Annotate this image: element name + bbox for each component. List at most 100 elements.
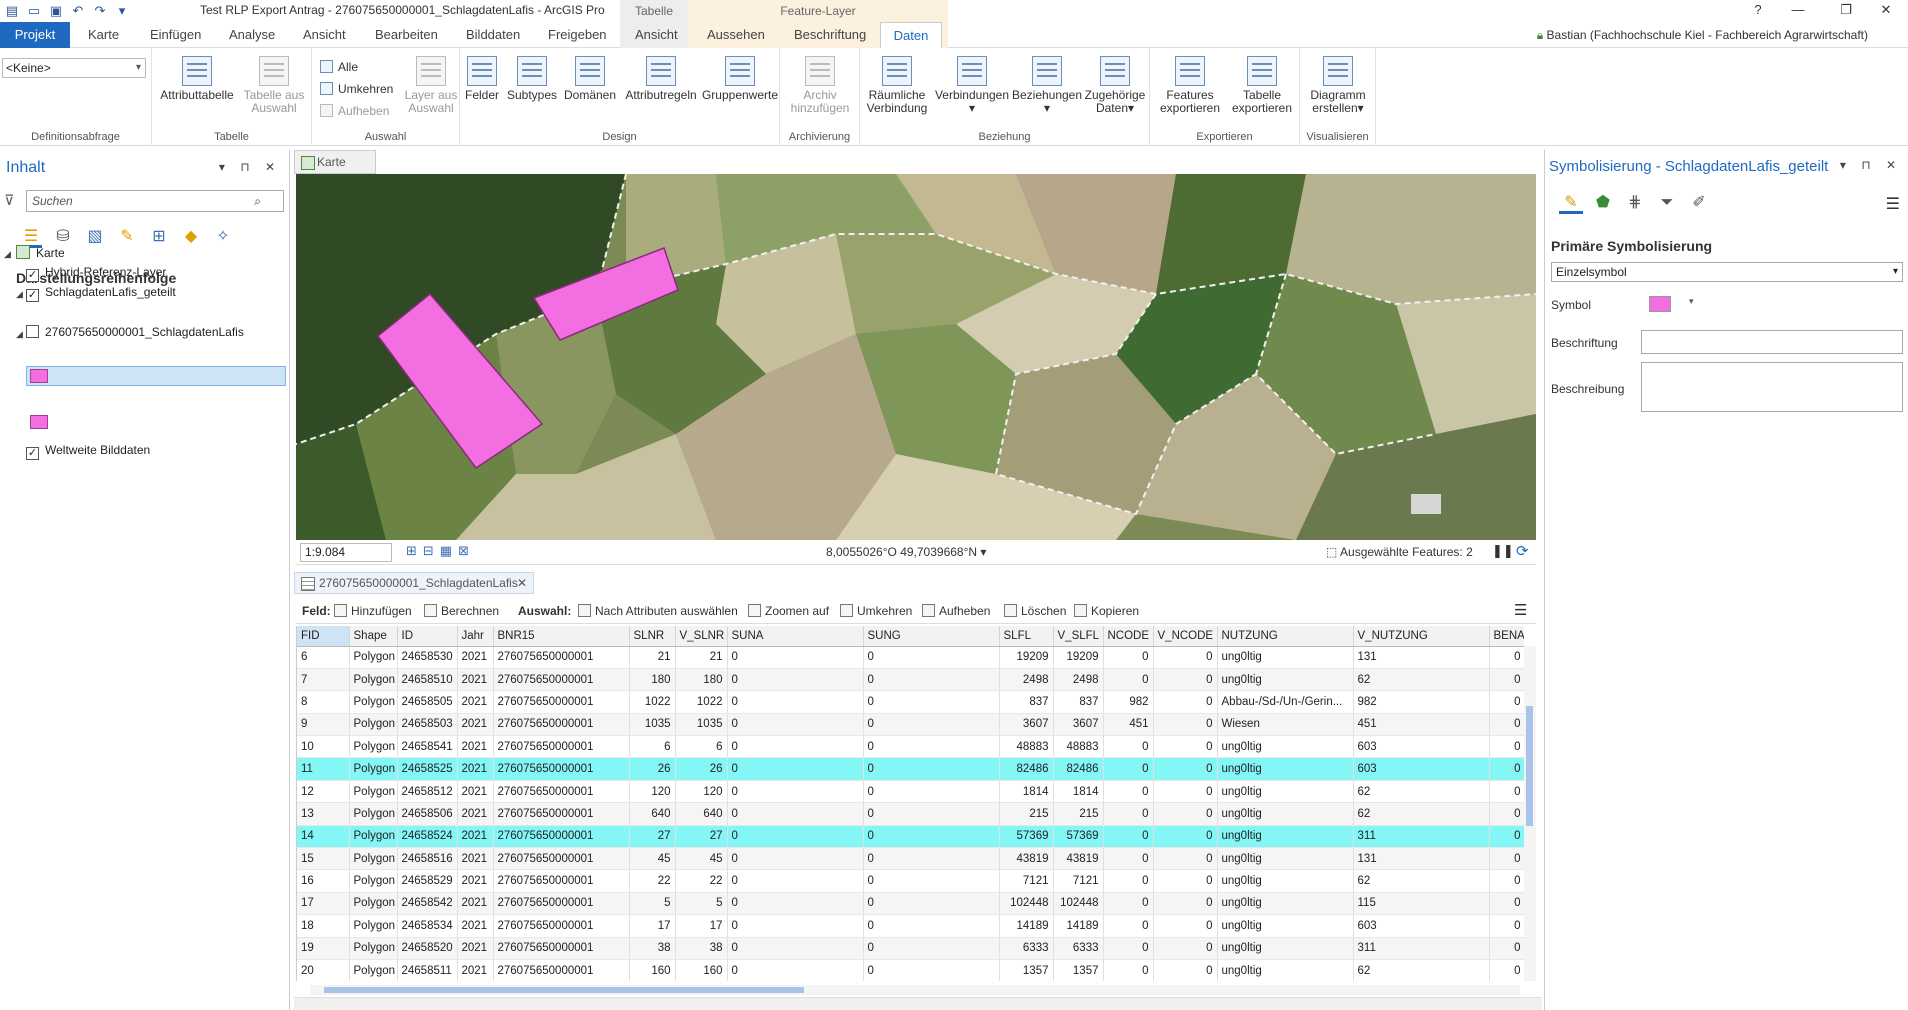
menu-icon[interactable]: ☰ [1514, 601, 1527, 619]
table-cell[interactable]: 2021 [457, 937, 494, 960]
vertical-scrollbar[interactable] [1524, 646, 1536, 981]
table-cell[interactable]: 2498 [999, 668, 1054, 692]
table-cell[interactable]: ung0ltig [1217, 825, 1354, 849]
editing-icon[interactable]: ✎ [116, 226, 138, 248]
select-by-attributes-button[interactable]: Nach Attributen auswählen [578, 604, 738, 618]
clear-button[interactable]: Aufheben [922, 604, 990, 618]
table-cell[interactable]: 0 [1153, 847, 1218, 871]
table-cell[interactable]: 0 [863, 892, 1000, 916]
table-cell[interactable]: 982 [1353, 690, 1490, 714]
save-icon[interactable]: ▣ [48, 3, 64, 19]
table-cell[interactable]: 15 [297, 847, 350, 871]
table-cell[interactable]: 8 [297, 690, 350, 714]
scale-select[interactable]: 1:9.084 [300, 543, 392, 562]
table-cell[interactable]: 27 [675, 825, 728, 849]
table-cell[interactable]: 24658511 [397, 959, 458, 981]
layer-hybrid[interactable]: ✓ Hybrid-Referenz-Layer [26, 265, 166, 282]
tab-projekt[interactable]: Projekt [0, 22, 70, 48]
table-cell[interactable]: 2021 [457, 869, 494, 893]
table-cell[interactable]: 1357 [1053, 959, 1104, 981]
table-cell[interactable]: 0 [863, 780, 1000, 804]
table-cell[interactable]: 0 [727, 914, 864, 938]
table-cell[interactable]: 19209 [1053, 646, 1104, 669]
table-cell[interactable]: 0 [1103, 668, 1154, 692]
map-nav-icons[interactable]: ⊞⊟▦⊠ [406, 543, 475, 559]
table-row[interactable]: 18 Polygon 24658534 2021 276075650000001 17 17… [297, 914, 1524, 938]
table-cell[interactable]: 276075650000001 [493, 802, 630, 826]
diagramm-erstellen-button[interactable]: Diagramm erstellen▾ [1304, 56, 1372, 115]
symbology-type-select[interactable]: Einzelsymbol [1551, 262, 1903, 282]
column-header[interactable]: FID [297, 626, 350, 647]
table-cell[interactable]: 0 [1103, 780, 1154, 804]
table-cell[interactable]: 24658530 [397, 646, 458, 669]
expand-icon[interactable]: ◢ [16, 329, 23, 340]
table-cell[interactable]: 603 [1353, 735, 1490, 759]
table-cell[interactable]: 451 [1103, 713, 1154, 737]
table-cell[interactable]: 0 [1103, 825, 1154, 849]
table-cell[interactable]: 120 [629, 780, 676, 804]
table-cell[interactable]: 0 [1489, 690, 1524, 714]
table-row[interactable]: 14 Polygon 24658524 2021 276075650000001 27 27… [297, 825, 1524, 849]
tab-freigeben[interactable]: Freigeben [538, 22, 617, 48]
table-cell[interactable]: 24658534 [397, 914, 458, 938]
tab-karte[interactable]: Karte [78, 22, 129, 48]
table-cell[interactable]: 0 [1153, 713, 1218, 737]
table-cell[interactable]: 0 [1103, 869, 1154, 893]
expand-icon[interactable]: ◢ [4, 249, 11, 260]
selected-features-count[interactable]: ⬚ Ausgewählte Features: 2 [1326, 545, 1473, 559]
column-header[interactable]: V_SLFL [1053, 626, 1104, 647]
tab-beschriftung[interactable]: Beschriftung [784, 22, 876, 48]
column-header[interactable]: BENA [1489, 626, 1524, 647]
labeling-icon[interactable]: ◆ [180, 226, 202, 248]
table-cell[interactable]: 0 [1103, 937, 1154, 960]
layer-symbol-swatch[interactable] [30, 369, 48, 383]
switch-button[interactable]: Umkehren [840, 604, 912, 618]
table-cell[interactable]: 12 [297, 780, 350, 804]
verbindungen-button[interactable]: Verbindungen ▾ [932, 56, 1012, 115]
table-cell[interactable]: 1022 [675, 690, 728, 714]
table-cell[interactable]: 24658520 [397, 937, 458, 960]
table-cell[interactable]: Polygon [349, 735, 398, 759]
table-cell[interactable]: 0 [1153, 959, 1218, 981]
column-header[interactable]: Jahr [457, 626, 494, 647]
table-cell[interactable]: 0 [1489, 959, 1524, 981]
table-row[interactable]: 9 Polygon 24658503 2021 276075650000001 1035 1… [297, 713, 1524, 737]
help-button[interactable]: ? [1738, 0, 1778, 22]
table-cell[interactable]: 62 [1353, 780, 1490, 804]
table-cell[interactable]: ung0ltig [1217, 780, 1354, 804]
table-cell[interactable]: Polygon [349, 937, 398, 960]
menu-icon[interactable]: ☰ [1886, 194, 1900, 214]
table-cell[interactable]: 0 [727, 847, 864, 871]
table-row[interactable]: 8 Polygon 24658505 2021 276075650000001 1022 1… [297, 690, 1524, 714]
table-cell[interactable]: 6 [675, 735, 728, 759]
new-project-icon[interactable]: ▤ [4, 3, 20, 19]
table-cell[interactable]: 2021 [457, 892, 494, 916]
table-cell[interactable]: 17 [629, 914, 676, 938]
table-row[interactable]: 6 Polygon 24658530 2021 276075650000001 21 21 0… [297, 646, 1524, 669]
table-row[interactable]: 11 Polygon 24658525 2021 276075650000001 26 26… [297, 757, 1524, 781]
table-cell[interactable]: 1814 [999, 780, 1054, 804]
table-cell[interactable]: 0 [863, 914, 1000, 938]
filter-icon[interactable]: ⊽ [4, 192, 14, 209]
table-cell[interactable]: 0 [1153, 802, 1218, 826]
column-header[interactable]: V_NUTZUNG [1353, 626, 1490, 647]
table-cell[interactable]: 0 [1489, 802, 1524, 826]
beziehungen-button[interactable]: Beziehungen ▾ [1010, 56, 1084, 115]
table-cell[interactable]: 19209 [999, 646, 1054, 669]
column-header[interactable]: V_NCODE [1153, 626, 1218, 647]
table-cell[interactable]: 26 [675, 757, 728, 781]
table-cell[interactable]: 14 [297, 825, 350, 849]
zoom-to-button[interactable]: Zoomen auf [748, 604, 829, 618]
table-cell[interactable]: 0 [1489, 914, 1524, 938]
table-cell[interactable]: 1357 [999, 959, 1054, 981]
table-cell[interactable]: 640 [675, 802, 728, 826]
table-cell[interactable]: 0 [863, 735, 1000, 759]
domaenen-button[interactable]: Domänen [560, 56, 620, 102]
table-cell[interactable]: 0 [1489, 937, 1524, 960]
table-cell[interactable]: 5 [675, 892, 728, 916]
layer-schlagdaten-geteilt[interactable]: ✓ SchlagdatenLafis_geteilt [26, 285, 176, 302]
table-row[interactable]: 7 Polygon 24658510 2021 276075650000001 180 18… [297, 668, 1524, 692]
table-cell[interactable]: 48883 [1053, 735, 1104, 759]
tab-table-ansicht[interactable]: Ansicht [625, 22, 688, 48]
table-cell[interactable]: 0 [727, 646, 864, 669]
